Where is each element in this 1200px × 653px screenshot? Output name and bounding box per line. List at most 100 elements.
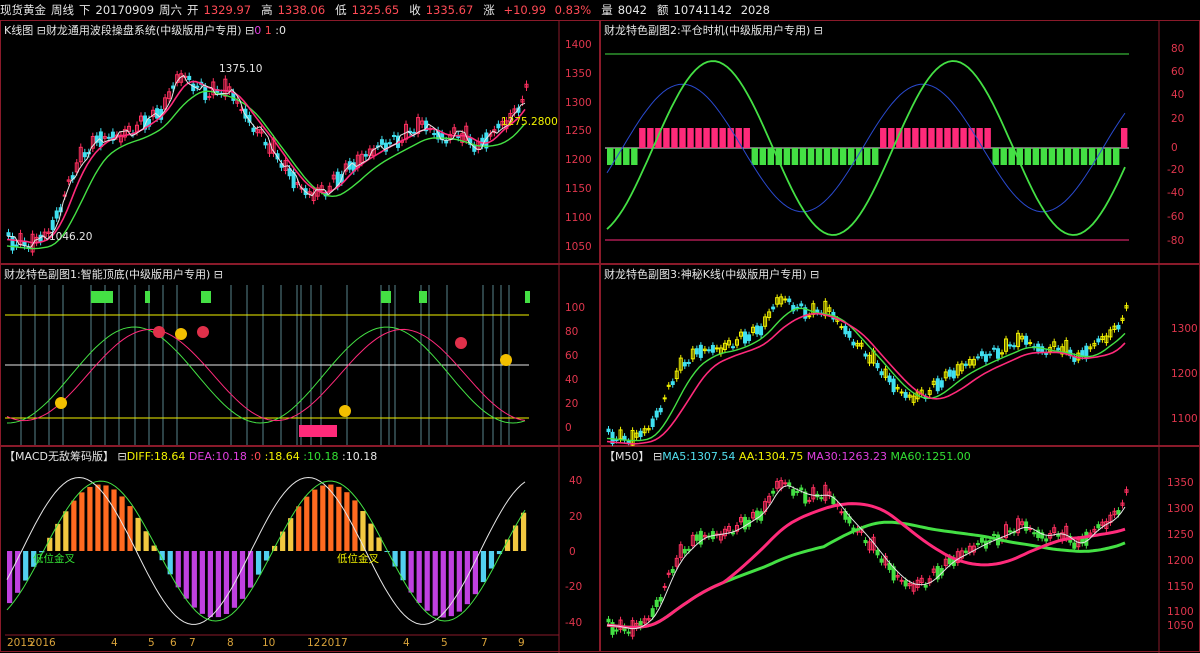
- sub3-pink-line: [606, 312, 1126, 445]
- candle-body: [1012, 345, 1017, 348]
- signal-bar-up: [960, 128, 967, 148]
- candle-body: [6, 232, 11, 237]
- histogram-bar: [440, 551, 446, 618]
- signal-bar-down: [839, 148, 847, 165]
- histogram-bar: [175, 551, 181, 588]
- histogram-bar: [424, 551, 430, 611]
- sub3-chart[interactable]: [601, 265, 1200, 447]
- candle-body: [650, 608, 655, 617]
- candle-body: [638, 430, 643, 438]
- candle-body: [694, 534, 699, 541]
- candle-body: [694, 348, 699, 355]
- m50-ma5-line: [606, 485, 1126, 630]
- candle-body: [682, 548, 687, 554]
- candle-body: [991, 347, 996, 350]
- candle-body: [923, 584, 928, 588]
- kline-panel[interactable]: K线图 ⊟财龙通用波段操盘系统(中级版用户专用) ⊟0 1 :0 1375.10…: [0, 20, 601, 265]
- kline-ytick: 1300: [565, 97, 592, 109]
- candle-body: [432, 133, 437, 136]
- signal-bar-down: [823, 148, 831, 165]
- signal-bar-up: [671, 128, 678, 148]
- candle-body: [799, 487, 804, 491]
- m50-ytick: 1100: [1167, 606, 1194, 618]
- signal-bar-up: [880, 128, 887, 148]
- sub1-panel[interactable]: 财龙特色副图1:智能顶底(中级版用户专用) ⊟ 100 80 60 40 20 …: [0, 264, 601, 447]
- signal-bar-top: [91, 291, 113, 303]
- signal-bar-down: [1000, 148, 1007, 165]
- smiley-face-icon: [153, 326, 165, 338]
- sub1-ytick: 20: [565, 398, 579, 410]
- candle-body: [682, 362, 687, 367]
- signal-bar-up: [743, 128, 750, 148]
- kline-ytick: 1050: [565, 241, 592, 253]
- position-label: 下: [79, 3, 91, 17]
- candle-body: [710, 344, 715, 353]
- signal-bar-up: [695, 128, 702, 148]
- histogram-bar: [328, 484, 334, 551]
- signal-bar-up: [639, 128, 646, 148]
- signal-bar-down: [1040, 148, 1048, 165]
- candle-body: [626, 631, 631, 634]
- signal-bar-down: [872, 148, 879, 165]
- sub1-ytick: 80: [565, 326, 579, 338]
- sub1-title: 财龙特色副图1:智能顶底(中级版用户专用) ⊟: [4, 268, 224, 281]
- candle-body: [771, 306, 776, 310]
- close-value: 收 1335.67: [409, 3, 474, 17]
- candle-body: [606, 618, 611, 623]
- histogram-bar: [239, 551, 246, 599]
- macd-cross-tag: 低位金叉: [33, 553, 75, 565]
- candle-body: [787, 482, 792, 487]
- date-label: 20170909: [95, 3, 155, 17]
- candle-body: [291, 172, 296, 189]
- candle-body: [839, 326, 844, 329]
- time-axis-label: 6: [170, 637, 177, 649]
- signal-bar-down: [1072, 148, 1080, 165]
- sub2-panel[interactable]: 财龙特色副图2:平仓时机(中级版用户专用) ⊟ 80 60 40 20 0 -2…: [600, 20, 1200, 265]
- kline-white-line: [6, 74, 526, 248]
- macd-cross-tag: 低位金叉: [337, 553, 379, 565]
- signal-bar-up: [663, 128, 670, 148]
- signal-bar-up: [944, 128, 951, 148]
- kline-ytick: 1200: [565, 154, 592, 166]
- candle-body: [863, 539, 868, 544]
- histogram-bar: [207, 551, 213, 618]
- macd-chart[interactable]: [1, 447, 601, 653]
- sub3-panel[interactable]: 财龙特色副图3:神秘K线(中级版用户专用) ⊟ 1300 1200 1100: [600, 264, 1200, 447]
- candle-body: [50, 220, 55, 230]
- candle-body: [903, 392, 908, 398]
- histogram-bar: [79, 492, 85, 551]
- kline-chart[interactable]: [1, 21, 601, 265]
- m50-panel[interactable]: 【M50】 ⊟MA5:1307.54 AA:1304.75 MA30:1263.…: [600, 446, 1200, 653]
- candle-body: [1032, 532, 1037, 535]
- signal-bar-down: [1024, 148, 1032, 165]
- signal-bar-up: [719, 128, 726, 148]
- signal-bar-down: [1032, 148, 1040, 165]
- sub1-chart[interactable]: [1, 265, 601, 447]
- candle-body: [935, 378, 940, 392]
- candle-body: [995, 348, 1000, 359]
- sub2-chart[interactable]: [601, 21, 1200, 265]
- signal-bar-down: [807, 148, 815, 165]
- histogram-bar: [191, 551, 197, 608]
- amount-value: 额 10741142 2028: [657, 3, 770, 17]
- candle-body: [251, 127, 256, 132]
- signal-bar-down: [815, 148, 823, 165]
- sub2-ytick: 40: [1171, 89, 1185, 101]
- m50-chart[interactable]: [601, 447, 1200, 653]
- candle-body: [875, 549, 880, 556]
- candle-body: [839, 511, 844, 514]
- candle-body: [819, 497, 824, 500]
- sub3-ytick: 1200: [1171, 368, 1198, 380]
- candle-body: [658, 407, 663, 413]
- candle-body: [686, 548, 691, 551]
- candle-body: [203, 86, 208, 100]
- macd-panel[interactable]: 【MACD无敌筹码版】 ⊟DIFF:18.64 DEA:10.18 :0 :18…: [0, 446, 601, 653]
- instrument-name: 现货黄金: [0, 3, 46, 17]
- period-label[interactable]: 周线: [51, 2, 74, 18]
- signal-bar-down: [992, 148, 999, 165]
- histogram-bar: [368, 523, 374, 551]
- candle-body: [670, 569, 675, 573]
- time-axis-label: 7: [189, 637, 196, 649]
- candle-body: [650, 418, 655, 427]
- m50-ytick: 1350: [1167, 477, 1194, 489]
